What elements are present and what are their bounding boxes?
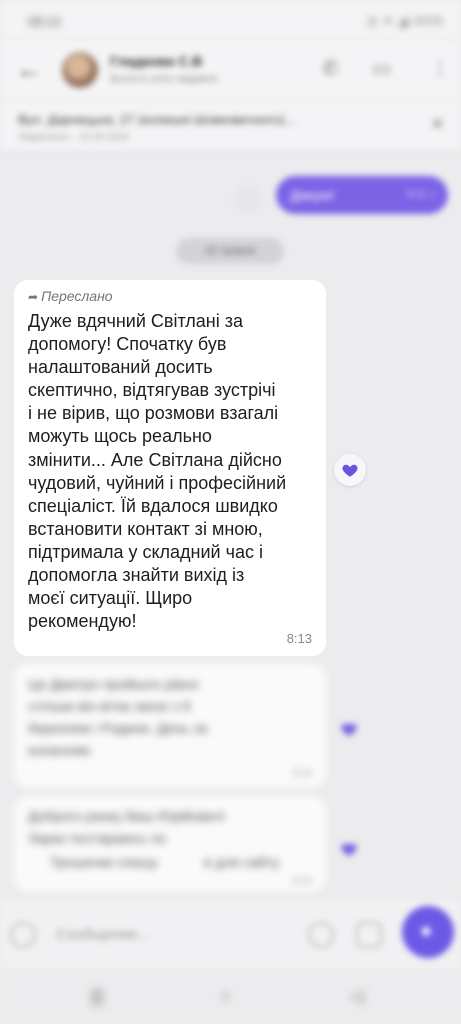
reaction-button[interactable] xyxy=(334,454,366,486)
back-button[interactable]: ◁ xyxy=(350,986,364,1007)
status-time: 08:13 xyxy=(28,14,61,29)
message-time: 8:13 xyxy=(286,631,312,646)
home-button[interactable]: ○ xyxy=(220,986,231,1007)
pinned-title: Вул. Дарницька, 27 (колишні Шовковичного… xyxy=(18,112,296,127)
message-text: Дуже вдячний Світлані за допомогу! Споча… xyxy=(28,311,287,632)
camera-icon[interactable] xyxy=(356,922,382,948)
smile-icon[interactable] xyxy=(10,922,36,948)
phone-icon[interactable]: ✆ xyxy=(322,56,339,81)
contact-name[interactable]: Гладкова С.В xyxy=(110,53,202,69)
outgoing-time: 8:11 xyxy=(407,189,426,200)
recents-button[interactable]: ||| xyxy=(90,986,104,1007)
heart-icon[interactable] xyxy=(340,720,358,738)
message-time: 8:14 xyxy=(292,768,312,779)
outgoing-text: Дякую! xyxy=(290,187,335,203)
pinned-message-bar[interactable]: Вул. Дарницька, 27 (колишні Шовковичного… xyxy=(0,100,461,152)
message-line: Зараз постараюсь по xyxy=(28,830,166,846)
pinned-subtitle: Закріплено · 15.05.2024 xyxy=(18,132,129,143)
message-input-bar: Сообщение... xyxy=(0,900,461,970)
message-line: Трошечки спешу xyxy=(50,854,158,870)
date-separator: 15 травня xyxy=(176,238,284,264)
contact-status: Была в сети недавно xyxy=(110,73,218,85)
message-time: 8:15 xyxy=(292,876,312,887)
message-input[interactable]: Сообщение... xyxy=(56,926,150,943)
heart-icon xyxy=(342,464,358,477)
video-camera-icon[interactable]: ▭ xyxy=(372,56,391,81)
heart-icon[interactable] xyxy=(340,840,358,858)
system-nav-bar: ||| ○ ◁ xyxy=(0,970,461,1024)
double-check-icon: ✓ xyxy=(428,189,438,201)
forwarded-label: ➦ Переслано xyxy=(28,288,113,304)
message-line: Доброго ранку Ваш Юрійович! xyxy=(28,808,226,824)
message-line: в для сайту xyxy=(204,854,280,870)
paperclip-icon[interactable] xyxy=(308,922,334,948)
forward-arrow-icon: ➦ xyxy=(28,290,39,304)
close-icon[interactable]: ✕ xyxy=(430,114,445,135)
message-line: коханням. xyxy=(28,742,94,758)
message-line: Це Дмитро пройшло рівно xyxy=(28,676,199,692)
status-bar: 08:13 ◎ ▾ ◢ 80% xyxy=(0,0,461,40)
outgoing-message[interactable]: Дякую! 8:11 ✓ xyxy=(276,176,448,214)
microphone-icon: ● xyxy=(420,920,433,942)
avatar[interactable] xyxy=(62,52,98,88)
message-line: березнем і Родини. День за xyxy=(28,720,208,736)
message-line: стільки він вітає мене з 8 xyxy=(28,698,191,714)
chat-header: ← Гладкова С.В Была в сети недавно ✆ ▭ ⋮ xyxy=(0,40,461,100)
kebab-menu-icon[interactable]: ⋮ xyxy=(430,56,450,81)
send-button[interactable]: ● xyxy=(402,906,454,958)
message-bubble[interactable]: Доброго ранку Ваш Юрійович! Зараз постар… xyxy=(14,796,326,892)
forwarded-message[interactable]: ➦ Переслано Дуже вдячний Світлані за допо… xyxy=(14,280,326,656)
status-indicators: ◎ ▾ ◢ 80% xyxy=(367,14,445,28)
share-icon[interactable] xyxy=(234,186,260,212)
message-bubble[interactable]: Це Дмитро пройшло рівно стільки він віта… xyxy=(14,664,326,788)
forwarded-label-text: Переслано xyxy=(41,288,113,304)
arrow-left-icon[interactable]: ← xyxy=(16,56,42,82)
